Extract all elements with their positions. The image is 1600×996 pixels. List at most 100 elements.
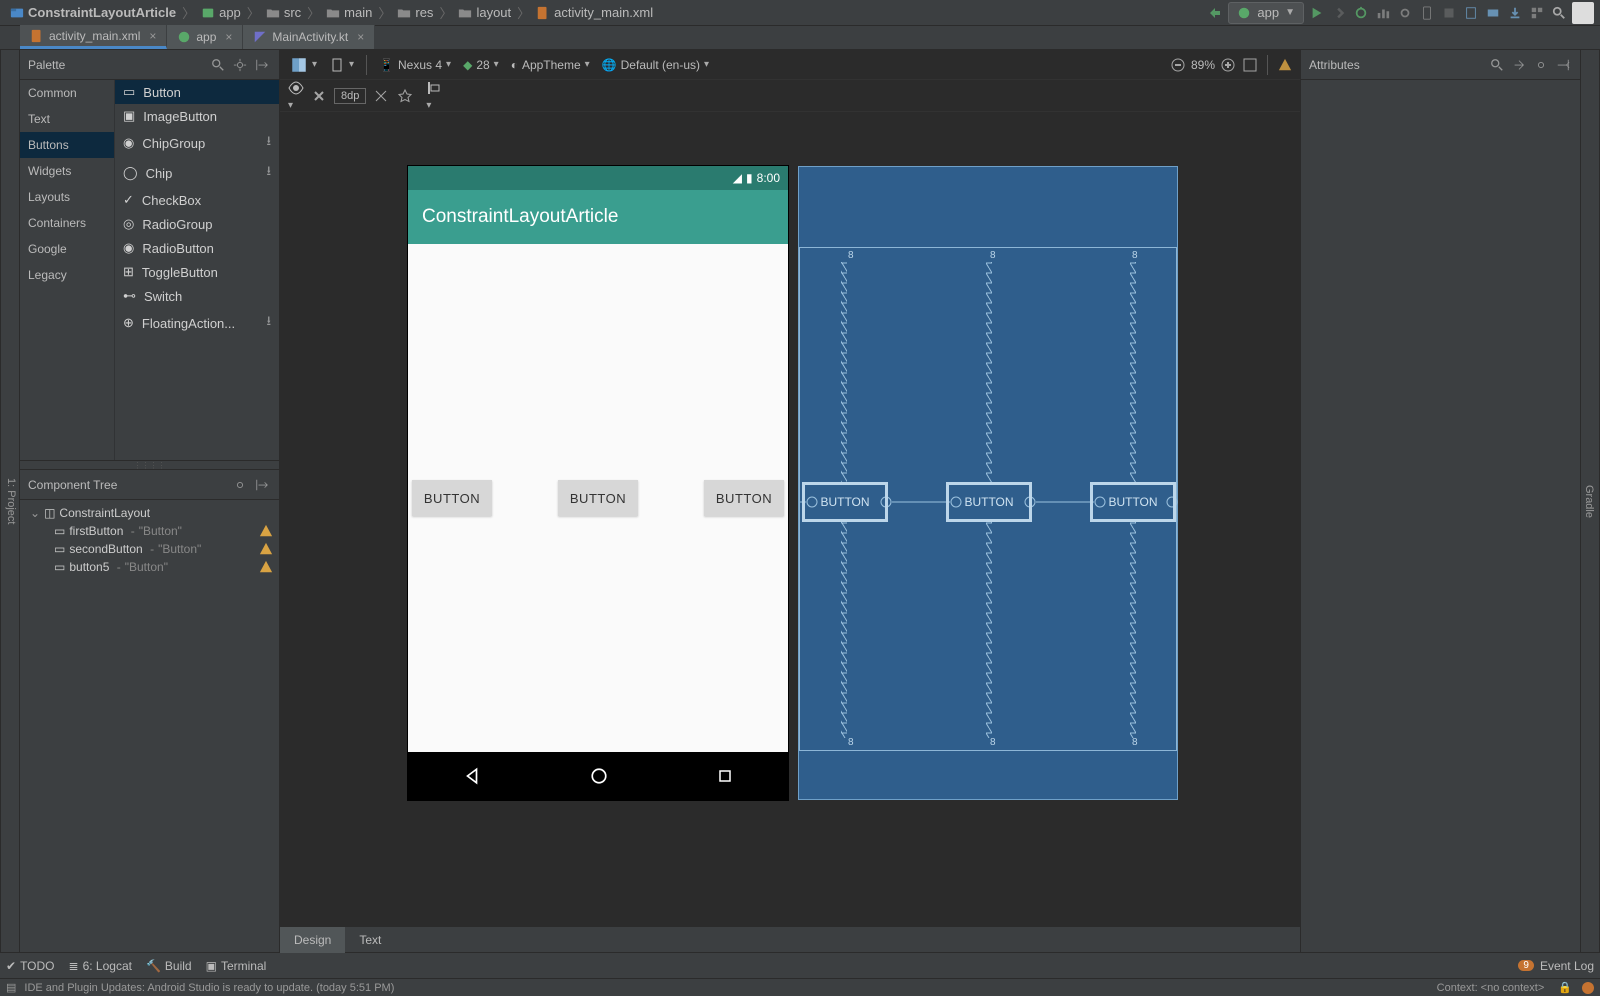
logcat-tool-button[interactable]: ≣6: Logcat bbox=[69, 959, 132, 973]
status-indicator-icon[interactable] bbox=[1582, 982, 1594, 994]
tree-node-firstbutton[interactable]: ▭ firstButton - "Button" bbox=[26, 522, 273, 540]
blueprint-button-1[interactable]: BUTTON bbox=[804, 484, 886, 520]
panel-splitter[interactable]: ⋮⋮⋮⋮ bbox=[20, 460, 279, 470]
search-icon[interactable] bbox=[1488, 56, 1506, 74]
palette-cat-widgets[interactable]: Widgets bbox=[20, 158, 114, 184]
breadcrumb-layout[interactable]: layout bbox=[454, 5, 515, 20]
palette-item-switch[interactable]: ⊷Switch bbox=[115, 284, 279, 308]
blueprint-button-2[interactable]: BUTTON bbox=[948, 484, 1030, 520]
device-selector[interactable]: 📱Nexus 4▾ bbox=[375, 58, 455, 72]
tab-mainactivity-kt[interactable]: MainActivity.kt × bbox=[243, 25, 375, 49]
tab-activity-main-xml[interactable]: activity_main.xml × bbox=[20, 25, 167, 49]
terminal-tool-button[interactable]: ▣Terminal bbox=[206, 959, 267, 973]
breadcrumb-project[interactable]: ConstraintLayoutArticle bbox=[6, 5, 180, 20]
palette-item-button[interactable]: ▭Button bbox=[115, 80, 279, 104]
warning-icon[interactable] bbox=[1276, 56, 1294, 74]
download-icon[interactable]: ⭳ bbox=[266, 312, 271, 334]
event-log-button[interactable]: 9 Event Log bbox=[1518, 959, 1594, 973]
palette-item-radiogroup[interactable]: ◎RadioGroup bbox=[115, 212, 279, 236]
palette-cat-containers[interactable]: Containers bbox=[20, 210, 114, 236]
blueprint-button-3[interactable]: BUTTON bbox=[1092, 484, 1174, 520]
theme-selector[interactable]: ◐AppTheme▾ bbox=[507, 58, 594, 72]
api-selector[interactable]: ◆28▾ bbox=[459, 58, 503, 72]
stop-icon[interactable] bbox=[1440, 4, 1458, 22]
device-preview[interactable]: ◢ ▮ 8:00 ConstraintLayoutArticle BUTTON … bbox=[408, 166, 788, 800]
palette-cat-buttons[interactable]: Buttons bbox=[20, 132, 114, 158]
profiler-icon[interactable] bbox=[1374, 4, 1392, 22]
debug-icon[interactable] bbox=[1352, 4, 1370, 22]
clear-constraints-icon[interactable] bbox=[372, 87, 390, 105]
close-icon[interactable]: × bbox=[145, 29, 156, 43]
orientation-selector[interactable]: ▾ bbox=[325, 57, 358, 73]
sdk-manager-icon[interactable] bbox=[1484, 4, 1502, 22]
preview-button-2[interactable]: BUTTON bbox=[558, 480, 638, 516]
run-config-combo[interactable]: app ▼ bbox=[1228, 2, 1304, 24]
search-everywhere-icon[interactable] bbox=[1550, 4, 1568, 22]
palette-cat-common[interactable]: Common bbox=[20, 80, 114, 106]
project-tool-button[interactable]: 1: Project bbox=[3, 470, 19, 532]
captures-tool-button[interactable]: Captures bbox=[0, 471, 3, 532]
surface-selector[interactable]: ▾ bbox=[286, 56, 321, 74]
palette-cat-google[interactable]: Google bbox=[20, 236, 114, 262]
download-icon[interactable]: ⭳ bbox=[266, 132, 271, 154]
user-avatar[interactable] bbox=[1572, 2, 1594, 24]
hide-icon[interactable] bbox=[253, 56, 271, 74]
run-button[interactable] bbox=[1308, 4, 1326, 22]
download-icon[interactable] bbox=[1506, 4, 1524, 22]
warning-icon[interactable] bbox=[259, 542, 273, 556]
lock-icon[interactable]: 🔒 bbox=[1558, 981, 1572, 994]
breadcrumb-main[interactable]: main bbox=[322, 5, 376, 20]
expand-icon[interactable] bbox=[1510, 56, 1528, 74]
view-options[interactable]: ▾ bbox=[288, 80, 304, 111]
tree-root[interactable]: ⌄ ◫ ConstraintLayout bbox=[26, 504, 273, 522]
breadcrumb-res[interactable]: res bbox=[393, 5, 437, 20]
zoom-in-icon[interactable] bbox=[1219, 56, 1237, 74]
close-icon[interactable]: × bbox=[353, 30, 364, 44]
gear-icon[interactable] bbox=[1532, 56, 1550, 74]
breadcrumb-src[interactable]: src bbox=[262, 5, 305, 20]
palette-item-imagebutton[interactable]: ▣ImageButton bbox=[115, 104, 279, 128]
context-label[interactable]: Context: <no context> bbox=[1437, 982, 1545, 994]
palette-item-fab[interactable]: ⊕FloatingAction...⭳ bbox=[115, 308, 279, 338]
warning-icon[interactable] bbox=[259, 524, 273, 538]
tab-text[interactable]: Text bbox=[345, 927, 395, 953]
breadcrumb-file[interactable]: activity_main.xml bbox=[532, 5, 657, 20]
warning-icon[interactable] bbox=[259, 560, 273, 574]
todo-tool-button[interactable]: ✔TODO bbox=[6, 959, 55, 973]
status-menu-icon[interactable]: ▤ bbox=[6, 981, 16, 994]
palette-cat-layouts[interactable]: Layouts bbox=[20, 184, 114, 210]
avd-manager-icon[interactable] bbox=[1462, 4, 1480, 22]
blueprint-constraintlayout[interactable]: 8 8 8 8 8 8 bbox=[799, 247, 1177, 751]
download-icon[interactable]: ⭳ bbox=[266, 162, 271, 184]
breadcrumb-app[interactable]: app bbox=[197, 5, 245, 20]
tab-design[interactable]: Design bbox=[280, 927, 345, 953]
phone-content[interactable]: BUTTON BUTTON BUTTON bbox=[408, 244, 788, 752]
preview-button-3[interactable]: BUTTON bbox=[704, 480, 784, 516]
palette-cat-text[interactable]: Text bbox=[20, 106, 114, 132]
locale-selector[interactable]: 🌐Default (en-us)▾ bbox=[598, 58, 713, 72]
apply-changes-icon[interactable] bbox=[1330, 4, 1348, 22]
gradle-tool-button[interactable]: Gradle bbox=[1581, 476, 1597, 525]
palette-item-chip[interactable]: ◯Chip⭳ bbox=[115, 158, 279, 188]
palette-item-chipgroup[interactable]: ◉ChipGroup⭳ bbox=[115, 128, 279, 158]
palette-item-radiobutton[interactable]: ◉RadioButton bbox=[115, 236, 279, 260]
expand-icon[interactable]: ⌄ bbox=[30, 506, 40, 520]
default-margin-input[interactable]: 8dp bbox=[334, 88, 366, 104]
pack-align-menu[interactable]: ▾ bbox=[426, 80, 442, 111]
canvas-scroll[interactable]: ◢ ▮ 8:00 ConstraintLayoutArticle BUTTON … bbox=[280, 112, 1300, 926]
project-structure-icon[interactable] bbox=[1528, 4, 1546, 22]
tree-node-secondbutton[interactable]: ▭ secondButton - "Button" bbox=[26, 540, 273, 558]
gear-icon[interactable] bbox=[231, 56, 249, 74]
zoom-fit-icon[interactable] bbox=[1241, 56, 1259, 74]
autoconnect-icon[interactable] bbox=[310, 87, 328, 105]
preview-button-1[interactable]: BUTTON bbox=[412, 480, 492, 516]
palette-item-checkbox[interactable]: ✓CheckBox bbox=[115, 188, 279, 212]
tab-app-gradle[interactable]: app × bbox=[167, 25, 243, 49]
device-icon[interactable] bbox=[1418, 4, 1436, 22]
tree-node-button5[interactable]: ▭ button5 - "Button" bbox=[26, 558, 273, 576]
gear-icon[interactable] bbox=[231, 476, 249, 494]
infer-constraints-icon[interactable] bbox=[396, 87, 414, 105]
attach-debugger-icon[interactable] bbox=[1396, 4, 1414, 22]
build-tool-button[interactable]: 🔨Build bbox=[146, 959, 192, 973]
blueprint-view[interactable]: 8 8 8 8 8 8 bbox=[798, 166, 1178, 800]
